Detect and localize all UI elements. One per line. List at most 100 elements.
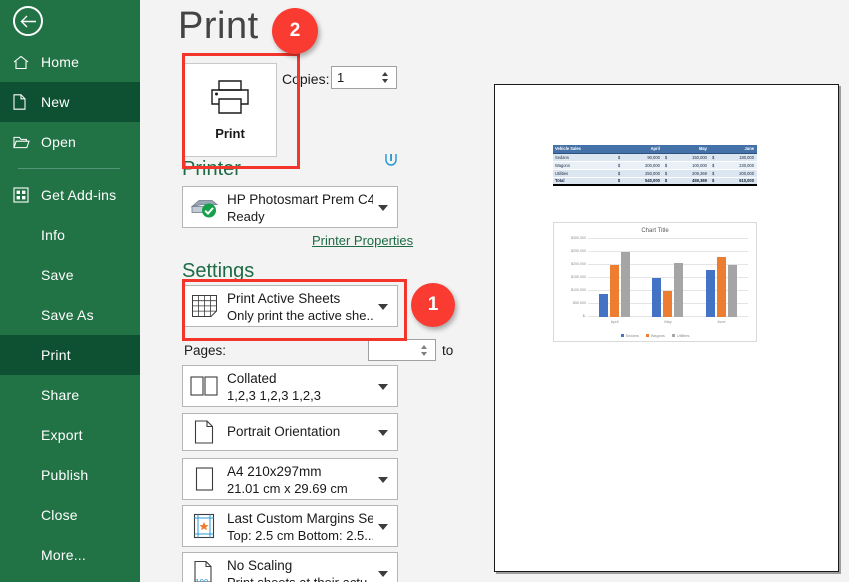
chart-bar bbox=[621, 252, 630, 317]
sidebar-item-print[interactable]: Print bbox=[0, 335, 140, 375]
copies-spinner[interactable] bbox=[376, 67, 393, 88]
sidebar-nav-list: Home New Open bbox=[0, 42, 140, 575]
setting-line1: Collated bbox=[227, 371, 373, 388]
pages-from-field[interactable] bbox=[368, 339, 436, 361]
sidebar-item-more[interactable]: More... bbox=[0, 535, 140, 575]
sidebar-item-label: Publish bbox=[13, 467, 88, 483]
settings-section-heading: Settings bbox=[182, 260, 254, 283]
printer-status-icon bbox=[189, 195, 219, 220]
sidebar-item-label: Home bbox=[39, 54, 79, 70]
print-preview-area: Vehicle Sales April May June Sedans $ 90… bbox=[460, 0, 849, 582]
chart-y-tick-label: $100,000 bbox=[571, 288, 586, 292]
chart-x-tick-label: April bbox=[588, 319, 641, 324]
print-settings-pane: Print Print Copies: Printer bbox=[140, 0, 460, 582]
table-header-cell: Vehicle Sales bbox=[553, 145, 616, 153]
spinner-up-icon[interactable] bbox=[382, 72, 388, 76]
pages-label: Pages: bbox=[184, 343, 226, 358]
chart-legend-label: Wagons bbox=[651, 333, 665, 338]
chevron-down-icon[interactable] bbox=[378, 524, 388, 530]
sidebar-item-export[interactable]: Export bbox=[0, 415, 140, 455]
chart-legend-label: Sedans bbox=[626, 333, 639, 338]
chart-bar-groups: AprilMayJune bbox=[588, 239, 748, 317]
sidebar-item-label: Save As bbox=[13, 307, 94, 323]
sidebar-item-share[interactable]: Share bbox=[0, 375, 140, 415]
setting-line2: Only print the active she... bbox=[227, 308, 373, 325]
chart-title: Chart Title bbox=[554, 228, 756, 234]
annotation-badge-2: 2 bbox=[272, 8, 318, 54]
pages-from-spinner[interactable] bbox=[415, 340, 432, 361]
chart-bar-group: June bbox=[695, 239, 748, 317]
setting-print-area[interactable]: Print Active Sheets Only print the activ… bbox=[182, 285, 398, 327]
print-button[interactable]: Print bbox=[183, 63, 277, 157]
sidebar-item-save-as[interactable]: Save As bbox=[0, 295, 140, 335]
sidebar-item-label: Export bbox=[13, 427, 83, 443]
chart-bar bbox=[663, 291, 672, 317]
chevron-down-icon[interactable] bbox=[378, 384, 388, 390]
chart-legend-swatch bbox=[621, 334, 625, 338]
portrait-page-icon bbox=[189, 420, 219, 445]
page-title: Print bbox=[178, 5, 259, 48]
sidebar-item-open[interactable]: Open bbox=[0, 122, 140, 162]
spinner-up-icon[interactable] bbox=[421, 345, 427, 349]
setting-line2: Print sheets at their actu... bbox=[227, 575, 373, 582]
svg-text:100: 100 bbox=[195, 578, 209, 582]
chart-y-tick-label: $300,000 bbox=[571, 236, 586, 240]
chart-bar bbox=[706, 270, 715, 317]
chevron-down-icon[interactable] bbox=[378, 304, 388, 310]
setting-line2: Top: 2.5 cm Bottom: 2.5... bbox=[227, 528, 373, 545]
chart-legend-item: Wagons bbox=[646, 333, 665, 338]
back-button[interactable] bbox=[13, 6, 43, 36]
sidebar-item-label: Print bbox=[13, 347, 71, 363]
chevron-down-icon[interactable] bbox=[378, 205, 388, 211]
sidebar-item-new[interactable]: New bbox=[0, 82, 140, 122]
pages-to-label: to bbox=[442, 343, 453, 358]
table-row: Wagons $ 200,000 $ 100,000 $ 230,000 bbox=[553, 161, 757, 169]
table-header-row: Vehicle Sales April May June bbox=[553, 145, 757, 153]
setting-orientation[interactable]: Portrait Orientation bbox=[182, 413, 398, 451]
sidebar-item-info[interactable]: Info bbox=[0, 215, 140, 255]
table-row: Sedans $ 90,000 $ 150,000 $ 180,000 bbox=[553, 153, 757, 161]
setting-paper-size[interactable]: A4 210x297mm 21.01 cm x 29.69 cm bbox=[182, 458, 398, 500]
setting-margins[interactable]: Last Custom Margins Set... Top: 2.5 cm B… bbox=[182, 505, 398, 547]
copies-stepper[interactable] bbox=[331, 66, 397, 89]
chart-bar bbox=[717, 257, 726, 317]
copies-input[interactable] bbox=[332, 68, 376, 88]
pages-from-input[interactable] bbox=[369, 341, 415, 360]
chart-bar-group: April bbox=[588, 239, 641, 317]
info-icon[interactable] bbox=[383, 151, 399, 172]
sidebar-item-label: New bbox=[39, 94, 70, 110]
chart-legend-label: Utilities bbox=[677, 333, 690, 338]
sidebar-item-get-add-ins[interactable]: Get Add-ins bbox=[0, 175, 140, 215]
chevron-down-icon[interactable] bbox=[378, 571, 388, 577]
printer-select[interactable]: HP Photosmart Prem C4... Ready bbox=[182, 186, 398, 228]
setting-line1: No Scaling bbox=[227, 558, 373, 575]
printer-properties-link[interactable]: Printer Properties bbox=[312, 233, 413, 248]
preview-bar-chart: Chart Title $-$50,000$100,000$150,000$20… bbox=[553, 222, 757, 342]
chevron-down-icon[interactable] bbox=[378, 430, 388, 436]
chart-bar bbox=[728, 265, 737, 317]
spinner-down-icon[interactable] bbox=[382, 79, 388, 83]
back-arrow-icon bbox=[20, 15, 37, 28]
setting-scaling[interactable]: 100 No Scaling Print sheets at their act… bbox=[182, 552, 398, 582]
sidebar-item-label: Open bbox=[39, 134, 76, 150]
setting-collation[interactable]: Collated 1,2,3 1,2,3 1,2,3 bbox=[182, 365, 398, 407]
sidebar-item-home[interactable]: Home bbox=[0, 42, 140, 82]
chart-y-tick-label: $- bbox=[583, 314, 586, 318]
chevron-down-icon[interactable] bbox=[378, 477, 388, 483]
chart-x-tick-label: May bbox=[641, 319, 694, 324]
copies-label: Copies: bbox=[282, 71, 329, 87]
spinner-down-icon[interactable] bbox=[421, 352, 427, 356]
chart-y-tick-label: $250,000 bbox=[571, 249, 586, 253]
chart-y-tick-label: $200,000 bbox=[571, 262, 586, 266]
printer-icon bbox=[208, 79, 252, 115]
chart-legend-item: Utilities bbox=[672, 333, 690, 338]
backstage-sidebar: Home New Open bbox=[0, 0, 140, 582]
sidebar-item-close[interactable]: Close bbox=[0, 495, 140, 535]
sidebar-item-publish[interactable]: Publish bbox=[0, 455, 140, 495]
sidebar-item-save[interactable]: Save bbox=[0, 255, 140, 295]
table-header-cell: June bbox=[717, 145, 757, 153]
addins-icon bbox=[13, 187, 39, 203]
printer-section-heading: Printer bbox=[182, 158, 241, 181]
collate-icon bbox=[189, 375, 219, 397]
sidebar-item-label: Share bbox=[13, 387, 79, 403]
